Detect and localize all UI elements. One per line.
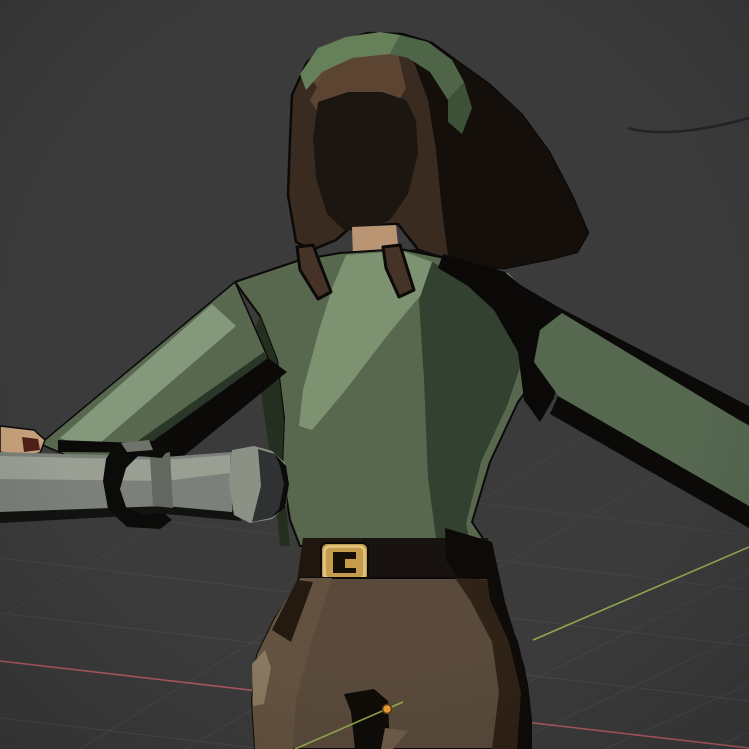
viewport-canvas[interactable]: [0, 0, 749, 749]
vignette-overlay: [0, 0, 749, 749]
scene-3d: [0, 0, 749, 749]
